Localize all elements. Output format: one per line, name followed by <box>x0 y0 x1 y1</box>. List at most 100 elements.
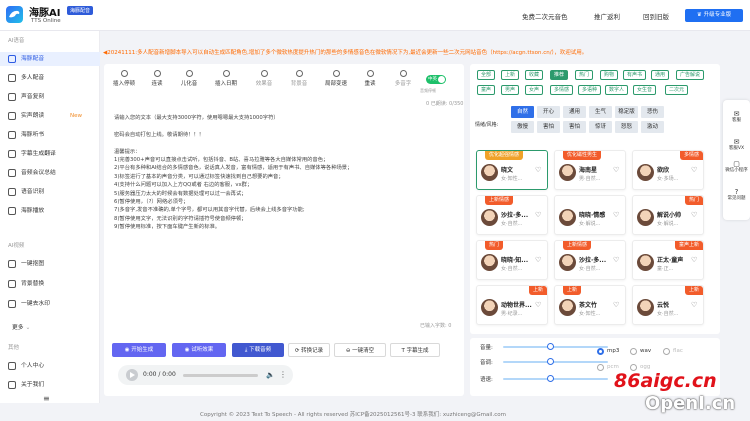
filter-tag[interactable]: 推荐 <box>550 70 569 80</box>
sidebar-item-voice-clone[interactable]: 声音复刻 <box>0 90 100 104</box>
filter-tag[interactable]: 有声书 <box>623 70 647 80</box>
voice-card[interactable]: 云悦 女·自然... ♡ 上新 <box>632 285 704 325</box>
voice-card[interactable]: 沙拉·多... 女·自然... ♡ 上新情感 <box>476 195 548 235</box>
filter-tag[interactable]: 女生音 <box>633 85 657 95</box>
menu-collapse-icon[interactable]: ≡ <box>43 394 50 403</box>
sidebar-item-meeting-summary[interactable]: 音频会议总结 <box>0 166 100 180</box>
emotion-option[interactable]: 通用 <box>563 106 586 118</box>
speed-slider[interactable] <box>503 378 608 380</box>
sidebar-item-bg-replace[interactable]: 背景替换 <box>0 277 100 291</box>
brand-title[interactable]: 海豚AI <box>29 4 60 19</box>
sidebar-item-player[interactable]: 海豚播放 <box>0 204 100 218</box>
sidebar-item-cutout[interactable]: 一键抠图 <box>0 257 100 271</box>
cn-en-toggle[interactable]: 中英 <box>426 75 446 84</box>
sidebar-more[interactable]: 更多 ⌄ <box>12 322 30 331</box>
filter-tag[interactable]: 通用 <box>651 70 670 80</box>
voice-card[interactable]: 晓晓·情感 女·解说... ♡ <box>554 195 626 235</box>
text-input-area[interactable]: 请输入您的文本（最大支持3000字符，使用嗯嗯最大支持1000字符） 密码会自动打… <box>114 114 456 379</box>
generate-button[interactable]: ◉ 开始生成 <box>112 343 166 357</box>
filter-tag[interactable]: 数字人 <box>605 85 629 95</box>
dolphin-logo-icon[interactable] <box>6 6 23 23</box>
heart-icon[interactable]: ♡ <box>535 211 541 219</box>
filter-tag[interactable]: 多情感 <box>550 85 574 95</box>
filter-tag[interactable]: 童声 <box>477 85 496 95</box>
emotion-option[interactable]: 怒怒 <box>615 121 638 133</box>
clear-button[interactable]: ⊖ 一键清空 <box>334 343 386 357</box>
sidebar-item-dubbing[interactable]: 海豚配音 <box>0 52 100 66</box>
heart-icon[interactable]: ♡ <box>613 301 619 309</box>
filter-tag[interactable]: 购物 <box>600 70 619 80</box>
tool-bgm[interactable]: 背景音 <box>279 70 319 87</box>
emotion-option[interactable]: 害怕 <box>537 121 560 133</box>
volume-icon[interactable]: 🔈 <box>266 371 275 379</box>
tool-polyphone[interactable]: 多音字 <box>383 70 423 87</box>
pitch-slider[interactable] <box>503 361 608 363</box>
voice-card[interactable]: 海南星 男·自然... ♡ 优化磁性男生 <box>554 150 626 190</box>
pitch-slider-handle[interactable] <box>547 358 555 365</box>
filter-tag[interactable]: 多语种 <box>578 85 602 95</box>
heart-icon[interactable]: ♡ <box>613 256 619 264</box>
volume-slider[interactable] <box>503 346 608 348</box>
subtitle-button[interactable]: T 字幕生成 <box>390 343 440 357</box>
sidebar-item-watermark[interactable]: 一键去水印 <box>0 297 100 311</box>
voice-card[interactable]: 正太·童声 童·正... ♡ 童声上新 <box>632 240 704 280</box>
sidebar-item-subtitle[interactable]: 字幕生成翻译 <box>0 147 100 161</box>
mini-program-link[interactable]: ▢ 微信小程序 <box>723 160 750 173</box>
customer-service-link[interactable]: ✉ 客服 <box>723 110 750 123</box>
tool-erhua[interactable]: 儿化音 <box>169 70 209 87</box>
filter-tag[interactable]: 广告解说 <box>676 70 705 80</box>
nav-old-version[interactable]: 回到旧版 <box>643 11 669 21</box>
tool-sound-effect[interactable]: 效果音 <box>244 70 284 87</box>
heart-icon[interactable]: ♡ <box>535 301 541 309</box>
sidebar-item-profile[interactable]: 个人中心 <box>0 359 100 373</box>
filter-tag[interactable]: 男声 <box>501 85 520 95</box>
heart-icon[interactable]: ♡ <box>691 166 697 174</box>
heart-icon[interactable]: ♡ <box>535 256 541 264</box>
download-button[interactable]: ⤓ 下载音频 <box>232 343 284 357</box>
sidebar-item-speech-recognition[interactable]: 语音识别 <box>0 185 100 199</box>
emotion-option[interactable]: 激动 <box>641 121 664 133</box>
heart-icon[interactable]: ♡ <box>691 256 697 264</box>
filter-tag[interactable]: 女声 <box>525 85 544 95</box>
filter-tag[interactable]: 全部 <box>477 70 496 80</box>
heart-icon[interactable]: ♡ <box>535 166 541 174</box>
nav-referral[interactable]: 推广返利 <box>594 11 620 21</box>
volume-slider-handle[interactable] <box>547 343 555 350</box>
emotion-option[interactable]: 害怕 <box>563 121 586 133</box>
sidebar-item-real-reading[interactable]: 实声朗读 New <box>0 109 100 123</box>
sidebar-item-multi-dubbing[interactable]: 多人配音 <box>0 71 100 85</box>
preview-button[interactable]: ◉ 试听效果 <box>172 343 226 357</box>
more-vertical-icon[interactable]: ⋮ <box>279 370 287 379</box>
emotion-option[interactable]: 自然 <box>511 106 534 118</box>
tool-insert-date[interactable]: 插入日期 <box>206 70 246 87</box>
heart-icon[interactable]: ♡ <box>613 166 619 174</box>
convert-history-button[interactable]: ⟳ 转换记录 <box>288 343 330 357</box>
voice-card[interactable]: 晓晓·知... 女·自然... ♡ 热门 <box>476 240 548 280</box>
voice-card[interactable]: 欲欣 女·多场... ♡ 多情感 <box>632 150 704 190</box>
heart-icon[interactable]: ♡ <box>691 301 697 309</box>
speed-slider-handle[interactable] <box>547 375 555 382</box>
customer-vx-link[interactable]: ✉ 客服VX <box>723 138 750 151</box>
sidebar-item-audiobook[interactable]: 海豚听书 <box>0 128 100 142</box>
filter-tag[interactable]: 收藏 <box>525 70 544 80</box>
heart-icon[interactable]: ♡ <box>613 211 619 219</box>
player-progress-track[interactable] <box>183 374 258 377</box>
voice-card[interactable]: 晓文 女·知性... ♡ 优化超强情感 <box>476 150 548 190</box>
filter-tag[interactable]: 热门 <box>575 70 594 80</box>
emotion-option[interactable]: 悲伤 <box>641 106 664 118</box>
emotion-option[interactable]: 开心 <box>537 106 560 118</box>
heart-icon[interactable]: ♡ <box>691 211 697 219</box>
emotion-option[interactable]: 傲慢 <box>511 121 534 133</box>
voice-card[interactable]: 沙拉·多... 女·自然... ♡ 上新情感 <box>554 240 626 280</box>
voice-card[interactable]: 动物世界... 男·纪录... ♡ 上新 <box>476 285 548 325</box>
faq-link[interactable]: ? 常见问题 <box>723 188 750 201</box>
filter-tag[interactable]: 上新 <box>501 70 520 80</box>
sidebar-item-about[interactable]: 关于我们 <box>0 378 100 392</box>
emotion-option[interactable]: 稳定版 <box>615 106 638 118</box>
emotion-option[interactable]: 惊讶 <box>589 121 612 133</box>
voice-card[interactable]: 茶文竹 女·知性... ♡ 上新 <box>554 285 626 325</box>
nav-free-anime-voices[interactable]: 免费二次元音色 <box>522 11 568 21</box>
upgrade-button[interactable]: ♛ 升级专业版 <box>685 9 743 22</box>
play-icon[interactable] <box>126 369 138 381</box>
voice-card[interactable]: 解说小帅 女·解说... ♡ 热门 <box>632 195 704 235</box>
